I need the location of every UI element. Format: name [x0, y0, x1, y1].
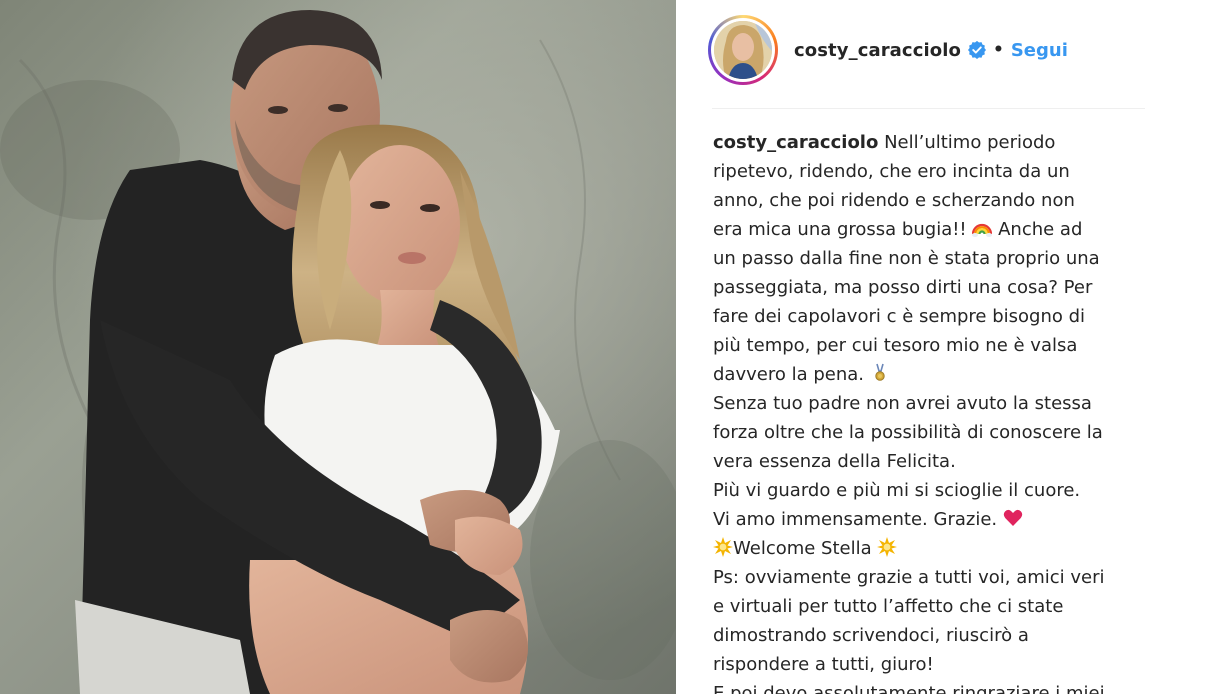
- header-separator: •: [992, 40, 1004, 60]
- caption-line: costy_caracciolo Nell’ultimo periodo: [713, 128, 1153, 157]
- caption-line: davvero la pena.: [713, 360, 1153, 389]
- caption-line: Senza tuo padre non avrei avuto la stess…: [713, 393, 1092, 414]
- avatar[interactable]: [714, 21, 772, 79]
- caption-text: era mica una grossa bugia!!: [713, 219, 973, 240]
- caption-line: anno, che poi ridendo e scherzando non: [713, 190, 1075, 211]
- caption-line: un passo dalla fine non è stata proprio …: [713, 248, 1100, 269]
- username[interactable]: costy_caracciolo: [794, 40, 961, 61]
- caption-line: ripetevo, ridendo, che ero incinta da un: [713, 161, 1070, 182]
- follow-button[interactable]: Segui: [1011, 40, 1068, 61]
- caption-line: era mica una grossa bugia!! Anche ad: [713, 215, 1153, 244]
- post-photo[interactable]: [0, 0, 676, 694]
- header-divider: [712, 108, 1145, 109]
- caption-line: Welcome Stella: [713, 534, 1153, 563]
- couple-photo-illustration: [0, 0, 676, 694]
- story-ring[interactable]: [708, 15, 778, 85]
- post-side-panel: costy_caracciolo • Segui costy_caracciol…: [676, 0, 1217, 694]
- caption-text: Welcome Stella: [733, 538, 878, 559]
- caption-line: più tempo, per cui tesoro mio ne è valsa: [713, 335, 1078, 356]
- red-heart-emoji: [1003, 508, 1023, 528]
- caption-line: vera essenza della Felicita.: [713, 451, 956, 472]
- avatar-gap: [711, 18, 775, 82]
- post-header: costy_caracciolo • Segui: [708, 14, 1068, 86]
- caption-line: rispondere a tutti, giuro!: [713, 654, 934, 675]
- caption-line: forza oltre che la possibilità di conosc…: [713, 422, 1103, 443]
- rainbow-emoji: [972, 218, 993, 238]
- glowing-star-emoji: [713, 537, 733, 557]
- caption-author[interactable]: costy_caracciolo: [713, 132, 878, 153]
- avatar-image: [714, 21, 772, 79]
- caption-line: Vi amo immensamente. Grazie.: [713, 505, 1153, 534]
- glowing-star-emoji: [877, 537, 898, 557]
- caption-text: Vi amo immensamente. Grazie.: [713, 509, 1003, 530]
- caption-line: dimostrando scrivendoci, riuscirò a: [713, 625, 1029, 646]
- medal-emoji: [870, 363, 890, 383]
- caption-line: Più vi guardo e più mi si scioglie il cu…: [713, 480, 1081, 501]
- instagram-post: costy_caracciolo • Segui costy_caracciol…: [0, 0, 1217, 694]
- verified-badge-icon: [967, 41, 986, 59]
- caption-text: Nell’ultimo periodo: [884, 132, 1056, 153]
- post-caption: costy_caracciolo Nell’ultimo periodo rip…: [713, 128, 1153, 694]
- caption-text: davvero la pena.: [713, 364, 870, 385]
- caption-line: Ps: ovviamente grazie a tutti voi, amici…: [713, 567, 1105, 588]
- caption-line: e virtuali per tutto l’affetto che ci st…: [713, 596, 1064, 617]
- caption-line: E poi devo assolutamente ringraziare i m…: [713, 683, 1105, 694]
- caption-text: Anche ad: [992, 219, 1083, 240]
- caption-line: passeggiata, ma posso dirti una cosa? Pe…: [713, 277, 1093, 298]
- caption-line: fare dei capolavori c è sempre bisogno d…: [713, 306, 1086, 327]
